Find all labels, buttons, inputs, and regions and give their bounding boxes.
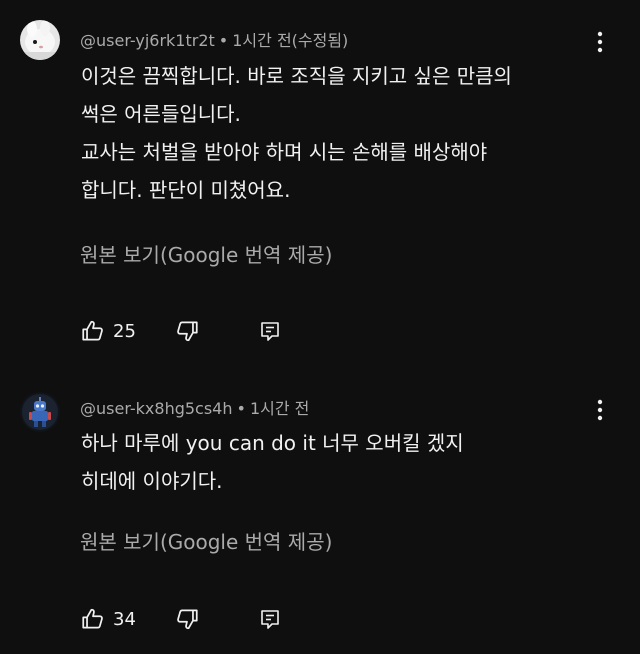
comment-body: 하나 마루에 you can do it 너무 오버킬 겠지 히데에 이야기다. [81,424,581,500]
comment-meta: @user-kx8hg5cs4h • 1시간 전 [80,395,309,419]
comment-meta: @user-yj6rk1tr2t • 1시간 전(수정됨) [80,27,348,51]
meta-separator: • [218,31,229,50]
meta-separator: • [236,399,246,418]
like-button[interactable]: 25 [80,317,174,345]
see-original-link[interactable]: 원본 보기(Google 번역 제공) [80,526,332,555]
thumbs-down-icon [177,321,198,342]
comment-body-line: 썩은 어른들입니다. [81,102,241,126]
comment-actions: 34 [80,605,288,633]
comment-thread-item: @user-kx8hg5cs4h • 1시간 전 하나 마루에 you can do… [0,372,640,654]
like-count: 34 [113,608,136,630]
author-handle[interactable]: @user-yj6rk1tr2t [80,31,215,50]
see-original-link[interactable]: 원본 보기(Google 번역 제공) [80,239,332,268]
comment-body-line: 하나 마루에 you can do it 너무 오버킬 겠지 [81,431,464,455]
comment-body-line: 교사는 처벌을 받아야 하며 시는 손해를 배상해야 [81,140,488,164]
comment-thread-item: @user-yj6rk1tr2t • 1시간 전(수정됨) 이것은 끔찍합니다. 바… [0,0,640,372]
comment-actions: 25 [80,317,288,345]
dislike-button[interactable] [174,317,258,345]
reply-button[interactable] [258,605,288,633]
author-handle[interactable]: @user-kx8hg5cs4h [80,399,233,418]
comment-body-line: 이것은 끔찍합니다. 바로 조직을 지키고 싶은 만큼의 [81,64,512,88]
thumbs-up-icon [82,320,103,341]
robot-figure-avatar-icon [20,392,60,432]
comment-timestamp: 1시간 전 [249,399,310,418]
like-button[interactable]: 34 [80,605,174,633]
comment-body-line: 히데에 이야기다. [81,469,223,493]
thumbs-up-icon [82,608,103,629]
thumbs-down-icon [177,609,198,630]
dislike-button[interactable] [174,605,258,633]
comment-reply-icon [261,322,279,341]
reply-button[interactable] [258,317,288,345]
like-count: 25 [113,320,136,342]
comment-timestamp: 1시간 전(수정됨) [232,31,349,50]
white-rabbit-avatar-icon [20,20,60,60]
author-avatar[interactable] [20,392,60,432]
author-avatar[interactable] [20,20,60,60]
comment-body-line: 합니다. 판단이 미쳤어요. [81,178,291,202]
more-vert-icon[interactable] [590,398,610,422]
comment-reply-icon [261,610,279,629]
comment-body: 이것은 끔찍합니다. 바로 조직을 지키고 싶은 만큼의 썩은 어른들입니다. … [81,57,581,209]
more-vert-icon[interactable] [590,30,610,54]
